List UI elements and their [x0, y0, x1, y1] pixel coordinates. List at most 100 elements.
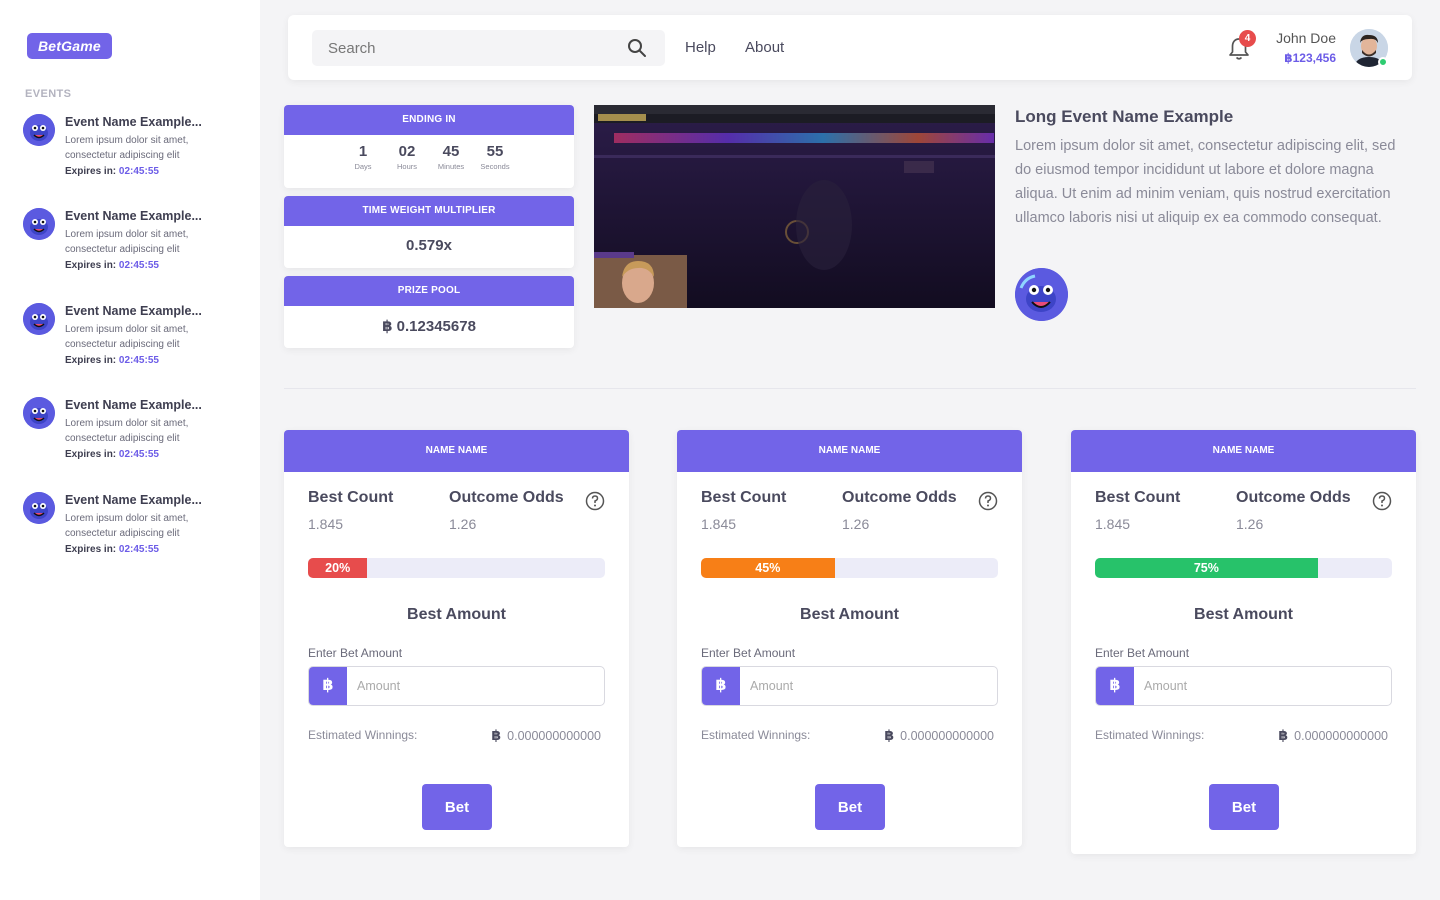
bet-button[interactable]: Bet	[815, 784, 885, 830]
countdown-label: Hours	[396, 162, 417, 171]
sidebar-event-item[interactable]: Event Name Example... Lorem ipsum dolor …	[23, 397, 248, 472]
countdown-label: Minutes	[437, 162, 465, 171]
sidebar-event-item[interactable]: Event Name Example... Lorem ipsum dolor …	[23, 208, 248, 283]
event-avatar-icon	[23, 492, 55, 524]
help-icon[interactable]	[978, 491, 998, 511]
progress-bar: 20%	[308, 558, 605, 578]
progress-fill: 45%	[701, 558, 835, 578]
best-amount-title: Best Amount	[800, 606, 899, 623]
top-bar: Help About 4 John Doe ฿123,456	[288, 15, 1412, 80]
best-count-value: 1.845	[701, 516, 737, 532]
event-title: Long Event Name Example	[1015, 107, 1234, 126]
enter-bet-label: Enter Bet Amount	[701, 646, 796, 660]
bet-amount-input[interactable]	[750, 667, 990, 705]
balance-value: 123,456	[1292, 51, 1336, 65]
section-divider	[284, 388, 1416, 389]
sidebar-event-item[interactable]: Event Name Example... Lorem ipsum dolor …	[23, 492, 248, 567]
countdown-value: 02	[398, 143, 416, 160]
estimated-amount: 0.000000000000	[507, 729, 601, 743]
brand-logo[interactable]: BetGame	[27, 33, 112, 59]
search-input[interactable]	[312, 30, 665, 66]
event-name: Event Name Example...	[65, 398, 202, 412]
bet-button[interactable]: Bet	[1209, 784, 1279, 830]
event-expiry: Expires in: 02:45:55	[65, 449, 159, 460]
event-expiry: Expires in: 02:45:55	[65, 355, 159, 366]
multiplier-card: TIME WEIGHT MULTIPLIER 0.579x	[284, 196, 574, 268]
progress-fill: 20%	[308, 558, 368, 578]
btc-icon: ฿	[491, 727, 502, 743]
estimated-amount: 0.000000000000	[1294, 729, 1388, 743]
countdown-value: 45	[442, 143, 460, 160]
btc-symbol: ฿	[1284, 51, 1293, 65]
event-description: Lorem ipsum dolor sit amet, consectetur …	[65, 229, 189, 255]
event-name: Event Name Example...	[65, 493, 202, 507]
estimated-winnings-label: Estimated Winnings:	[308, 728, 418, 742]
event-avatar-icon	[23, 303, 55, 335]
bet-amount-input[interactable]	[1144, 667, 1384, 705]
countdown-days: 1 Days	[341, 143, 385, 171]
ending-in-title: ENDING IN	[284, 105, 574, 135]
bet-button[interactable]: Bet	[422, 784, 492, 830]
best-count-value: 1.845	[308, 516, 344, 532]
best-amount-title: Best Amount	[1194, 606, 1293, 623]
help-icon[interactable]	[585, 491, 605, 511]
countdown-minutes: 45 Minutes	[429, 143, 473, 171]
expiry-label: Expires in:	[65, 260, 117, 271]
progress-bar: 45%	[701, 558, 998, 578]
countdown: 1 Days 02 Hours 45 Minutes 55 Seconds	[284, 135, 574, 171]
nav-about-link[interactable]: About	[745, 39, 784, 56]
help-icon[interactable]	[1372, 491, 1392, 511]
event-mascot-icon	[1015, 268, 1068, 321]
progress-fill: 75%	[1095, 558, 1318, 578]
best-count-value: 1.845	[1095, 516, 1131, 532]
multiplier-value: 0.579x	[406, 237, 452, 254]
nav-help-link[interactable]: Help	[685, 39, 716, 56]
bet-amount-field: ฿	[1095, 666, 1392, 706]
countdown-value: 1	[358, 143, 368, 160]
sidebar: BetGame EVENTS Event Name Example... Lor…	[0, 0, 260, 900]
best-amount-title: Best Amount	[407, 606, 506, 623]
prize-pool-amount: ฿ 0.12345678	[284, 306, 574, 335]
estimated-winnings-value: ฿ 0.000000000000	[491, 727, 601, 744]
event-description: Lorem ipsum dolor sit amet, consectetur …	[65, 513, 189, 539]
expiry-time: 02:45:55	[118, 355, 159, 366]
sidebar-event-item[interactable]: Event Name Example... Lorem ipsum dolor …	[23, 114, 248, 189]
best-count-label: Best Count	[701, 489, 787, 506]
expiry-label: Expires in:	[65, 355, 117, 366]
event-description: Lorem ipsum dolor sit amet, consectetur …	[65, 135, 189, 161]
btc-icon: ฿	[702, 667, 740, 705]
stream-video-thumbnail[interactable]	[594, 105, 995, 308]
btc-icon: ฿	[1278, 727, 1289, 743]
btc-icon: ฿	[884, 727, 895, 743]
expiry-label: Expires in:	[65, 166, 117, 177]
sidebar-event-item[interactable]: Event Name Example... Lorem ipsum dolor …	[23, 303, 248, 378]
multiplier-title: TIME WEIGHT MULTIPLIER	[284, 196, 574, 226]
bet-card: NAME NAME Best Count Outcome Odds 1.845 …	[1071, 430, 1416, 854]
countdown-seconds: 55 Seconds	[473, 143, 517, 171]
outcome-odds-label: Outcome Odds	[1236, 489, 1351, 506]
search-icon[interactable]	[627, 38, 647, 58]
bet-card-header: NAME NAME	[1071, 430, 1416, 472]
bet-card-header: NAME NAME	[284, 430, 629, 472]
outcome-odds-value: 1.26	[1236, 516, 1264, 532]
event-expiry: Expires in: 02:45:55	[65, 260, 159, 271]
bet-card: NAME NAME Best Count Outcome Odds 1.845 …	[284, 430, 629, 847]
best-count-label: Best Count	[1095, 489, 1181, 506]
btc-icon: ฿	[309, 667, 347, 705]
expiry-time: 02:45:55	[118, 260, 159, 271]
bet-amount-input[interactable]	[357, 667, 597, 705]
enter-bet-label: Enter Bet Amount	[308, 646, 403, 660]
countdown-label: Seconds	[480, 162, 510, 171]
event-expiry: Expires in: 02:45:55	[65, 166, 159, 177]
expiry-time: 02:45:55	[118, 449, 159, 460]
progress-bar: 75%	[1095, 558, 1392, 578]
prize-pool-title: PRIZE POOL	[284, 276, 574, 306]
estimated-winnings-value: ฿ 0.000000000000	[1278, 727, 1388, 744]
online-status-dot	[1378, 57, 1388, 67]
outcome-odds-value: 1.26	[842, 516, 870, 532]
notification-badge: 4	[1239, 30, 1256, 47]
event-name: Event Name Example...	[65, 304, 202, 318]
outcome-odds-label: Outcome Odds	[449, 489, 564, 506]
expiry-label: Expires in:	[65, 449, 117, 460]
bet-card: NAME NAME Best Count Outcome Odds 1.845 …	[677, 430, 1022, 847]
